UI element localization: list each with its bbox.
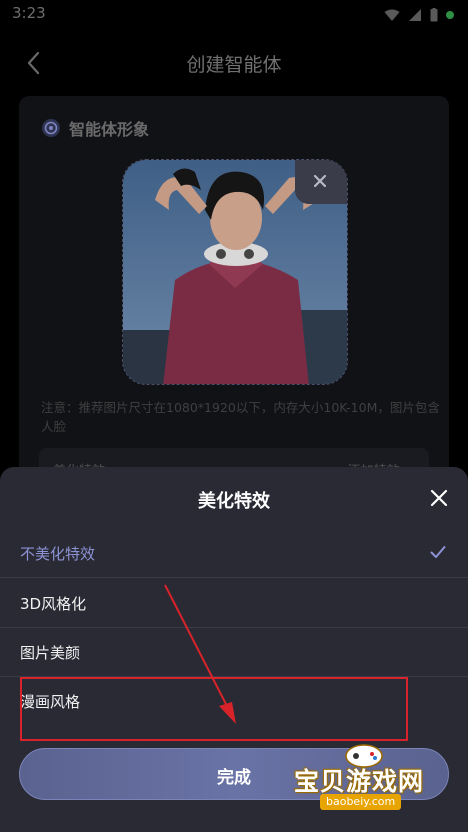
- watermark-url: baobeiy.com: [320, 794, 402, 810]
- annotation-arrow: [164, 584, 236, 724]
- watermark-text: 宝贝游戏网: [294, 767, 425, 796]
- watermark-logo: 宝贝游戏网 baobeiy.com: [286, 740, 446, 820]
